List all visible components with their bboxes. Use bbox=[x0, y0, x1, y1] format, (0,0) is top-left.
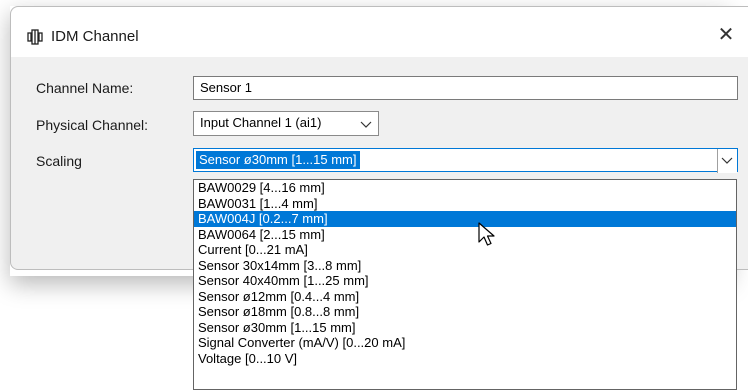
mouse-pointer-icon bbox=[478, 222, 495, 246]
close-icon[interactable]: ✕ bbox=[714, 23, 738, 47]
dropdown-option[interactable]: Current [0...21 mA] bbox=[194, 242, 736, 258]
chevron-down-icon bbox=[721, 157, 733, 164]
channel-name-field[interactable]: Sensor 1 bbox=[193, 76, 738, 100]
dropdown-option-highlighted[interactable]: BAW004J [0.2...7 mm] bbox=[194, 211, 736, 227]
scaling-combobox[interactable]: Sensor ø30mm [1...15 mm] bbox=[193, 148, 738, 173]
physical-channel-label: Physical Channel: bbox=[36, 117, 149, 133]
dropdown-option[interactable]: Sensor ø18mm [0.8...8 mm] bbox=[194, 304, 736, 320]
dropdown-option[interactable]: BAW0064 [2...15 mm] bbox=[194, 227, 736, 243]
chevron-down-icon[interactable] bbox=[360, 119, 372, 131]
channel-name-label: Channel Name: bbox=[36, 80, 134, 96]
dropdown-option[interactable]: Sensor ø30mm [1...15 mm] bbox=[194, 320, 736, 336]
dropdown-option[interactable]: Sensor ø12mm [0.4...4 mm] bbox=[194, 289, 736, 305]
dropdown-option[interactable]: Sensor 40x40mm [1...25 mm] bbox=[194, 273, 736, 289]
scaling-dropdown-button[interactable] bbox=[717, 149, 737, 173]
dropdown-option[interactable]: BAW0029 [4...16 mm] bbox=[194, 180, 736, 196]
scaling-dropdown-list[interactable]: BAW0029 [4...16 mm] BAW0031 [1...4 mm] B… bbox=[193, 179, 737, 390]
scaling-value: Sensor ø30mm [1...15 mm] bbox=[196, 151, 360, 169]
channel-name-value: Sensor 1 bbox=[200, 80, 253, 95]
dropdown-option[interactable]: BAW0031 [1...4 mm] bbox=[194, 196, 736, 212]
dropdown-option[interactable]: Signal Converter (mA/V) [0...20 mA] bbox=[194, 335, 736, 351]
physical-channel-select[interactable]: Input Channel 1 (ai1) bbox=[193, 111, 379, 136]
dropdown-option[interactable]: Sensor 30x14mm [3...8 mm] bbox=[194, 258, 736, 274]
window-title: IDM Channel bbox=[51, 28, 139, 45]
dropdown-option[interactable]: Voltage [0...10 V] bbox=[194, 351, 736, 367]
physical-channel-value: Input Channel 1 (ai1) bbox=[200, 115, 322, 130]
title-bar: IDM Channel ✕ bbox=[11, 7, 748, 57]
scaling-label: Scaling bbox=[36, 153, 82, 169]
channel-icon bbox=[27, 29, 43, 45]
